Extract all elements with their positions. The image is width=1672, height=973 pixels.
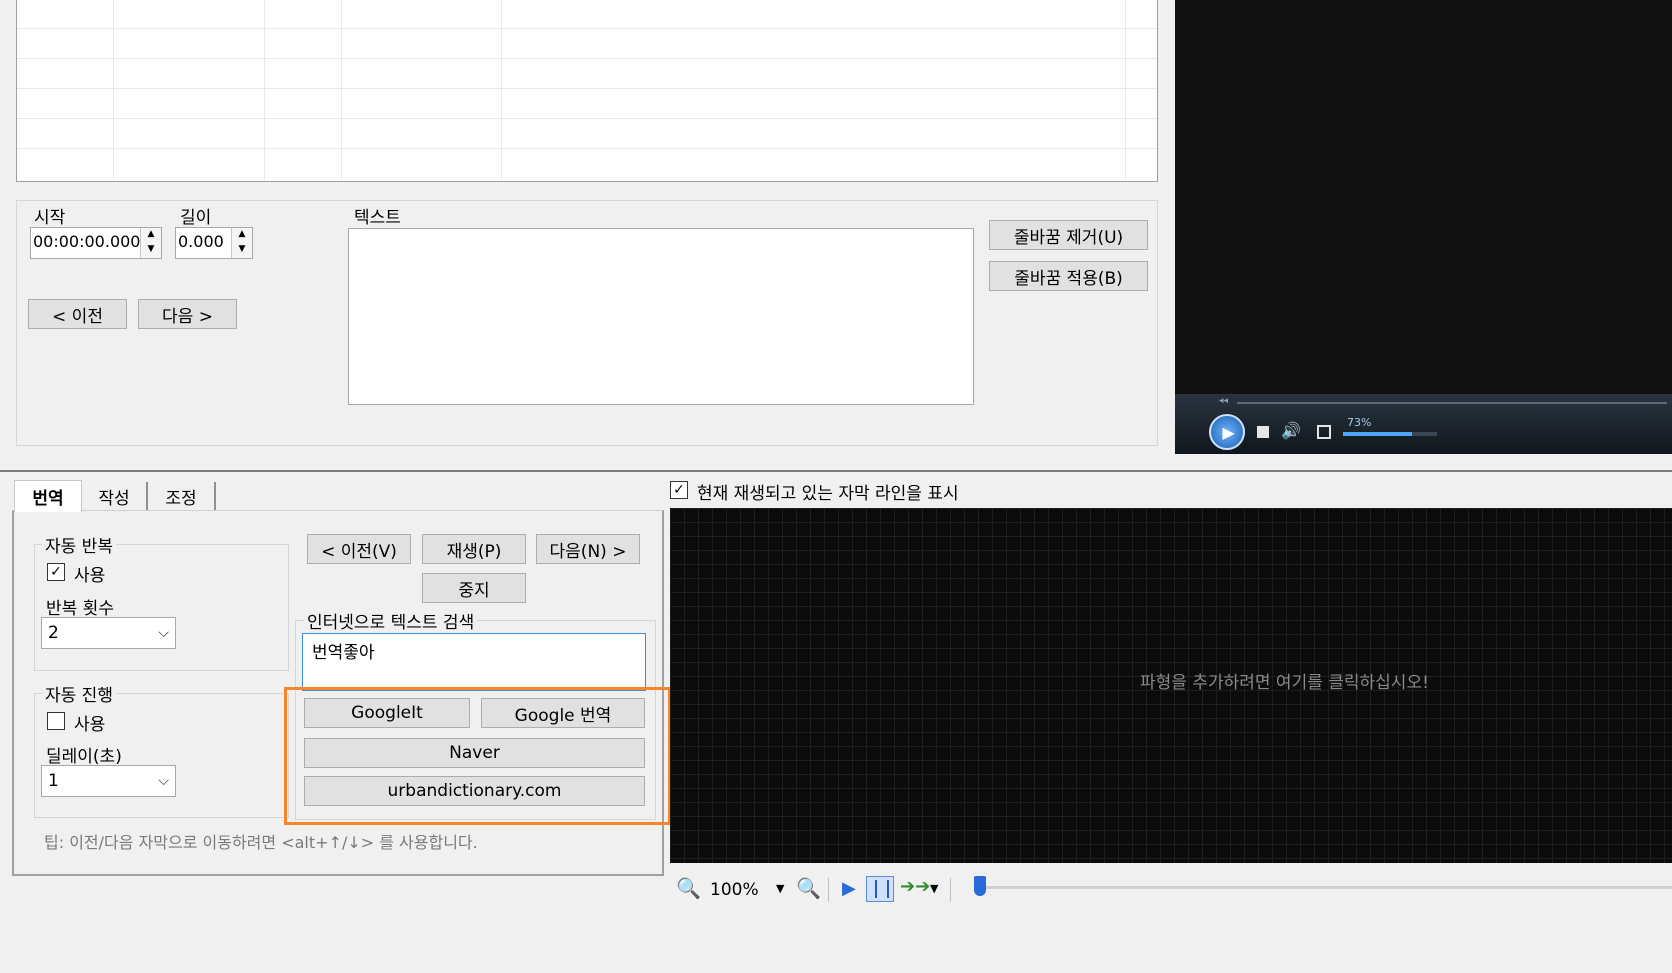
zoom-level[interactable]: 100% bbox=[710, 880, 759, 900]
start-time-spinner[interactable]: ▲ ▼ bbox=[140, 228, 161, 258]
auto-repeat-checkbox[interactable]: ✓ bbox=[47, 563, 65, 581]
editor-next-button[interactable]: 다음 > bbox=[138, 299, 237, 329]
length-label: 길이 bbox=[180, 208, 212, 228]
spin-down-icon[interactable]: ▼ bbox=[232, 243, 252, 258]
translate-prev-button[interactable]: < 이전(V) bbox=[307, 534, 411, 564]
editor-prev-button[interactable]: < 이전 bbox=[28, 299, 127, 329]
naver-button[interactable]: Naver bbox=[304, 738, 645, 768]
length-input[interactable]: 0.000 ▲ ▼ bbox=[175, 227, 253, 259]
chevron-down-icon: ⌵ bbox=[158, 625, 169, 641]
show-current-line-checkbox[interactable]: ✓ bbox=[670, 481, 688, 499]
position-slider-thumb[interactable] bbox=[974, 876, 986, 896]
auto-advance-use-label: 사용 bbox=[74, 715, 106, 735]
auto-advance-checkbox[interactable] bbox=[47, 712, 65, 730]
search-text-value: 번역좋아 bbox=[312, 643, 375, 663]
delay-label: 딜레이(초) bbox=[46, 747, 122, 767]
start-label: 시작 bbox=[34, 208, 66, 228]
auto-repeat-title: 자동 반복 bbox=[42, 532, 116, 557]
repeat-count-value: 2 bbox=[48, 623, 59, 643]
zoom-dropdown-icon[interactable]: ▼ bbox=[776, 882, 784, 895]
waveform-placeholder[interactable]: 파형을 추가하려면 여기를 클릭하십시오! bbox=[1140, 668, 1429, 693]
volume-icon[interactable]: 🔊 bbox=[1281, 421, 1301, 440]
separator bbox=[950, 878, 951, 902]
repeat-count-label: 반복 횟수 bbox=[46, 599, 114, 619]
length-value: 0.000 bbox=[178, 232, 224, 251]
volume-slider-track[interactable] bbox=[1343, 432, 1437, 436]
delay-select[interactable]: 1 ⌵ bbox=[41, 765, 176, 797]
spin-up-icon[interactable]: ▲ bbox=[232, 228, 252, 243]
repeat-count-select[interactable]: 2 ⌵ bbox=[41, 617, 176, 649]
play-button[interactable]: ▶ bbox=[1209, 414, 1245, 450]
tab-adjust[interactable]: 조정 bbox=[148, 482, 216, 510]
auto-scroll-dropdown-icon[interactable]: ▼ bbox=[930, 882, 938, 895]
translate-next-button[interactable]: 다음(N) > bbox=[536, 534, 640, 564]
show-current-line-label: 현재 재생되고 있는 자막 라인을 표시 bbox=[697, 484, 959, 504]
horizontal-splitter[interactable] bbox=[0, 470, 1672, 472]
tab-write[interactable]: 작성 bbox=[82, 482, 148, 510]
auto-scroll-icon[interactable]: ➔➔ bbox=[900, 876, 930, 897]
volume-percent: 73% bbox=[1347, 416, 1372, 429]
zoom-in-icon[interactable]: 🔍 bbox=[796, 876, 821, 900]
auto-repeat-use-label: 사용 bbox=[74, 566, 106, 586]
search-title: 인터넷으로 텍스트 검색 bbox=[304, 608, 478, 633]
length-spinner[interactable]: ▲ ▼ bbox=[231, 228, 252, 258]
text-label: 텍스트 bbox=[354, 208, 401, 228]
delay-value: 1 bbox=[48, 771, 59, 791]
fullscreen-icon[interactable] bbox=[1317, 425, 1331, 439]
apply-linebreak-button[interactable]: 줄바꿈 적용(B) bbox=[989, 261, 1148, 291]
remove-linebreak-button[interactable]: 줄바꿈 제거(U) bbox=[989, 220, 1148, 250]
stop-icon[interactable] bbox=[1257, 426, 1269, 438]
spin-down-icon[interactable]: ▼ bbox=[141, 243, 161, 258]
player-controls: ◂◂ ▶ 🔊 73% bbox=[1175, 394, 1672, 454]
waveform-panel[interactable]: 파형을 추가하려면 여기를 클릭하십시오! bbox=[670, 508, 1672, 863]
auto-advance-title: 자동 진행 bbox=[42, 681, 116, 706]
subtitle-text-area[interactable] bbox=[348, 228, 974, 405]
chevron-down-icon: ⌵ bbox=[158, 773, 169, 789]
googleit-button[interactable]: GoogleIt bbox=[304, 698, 470, 728]
rewind-icon[interactable]: ◂◂ bbox=[1219, 396, 1228, 406]
seek-bar[interactable] bbox=[1237, 402, 1667, 404]
video-area[interactable] bbox=[1175, 0, 1672, 394]
start-time-value: 00:00:00.000 bbox=[33, 232, 141, 251]
tab-translate[interactable]: 번역 bbox=[14, 480, 82, 512]
volume-slider-fill bbox=[1343, 432, 1412, 436]
translate-stop-button[interactable]: 중지 bbox=[422, 573, 526, 603]
subtitle-list-grid[interactable] bbox=[16, 0, 1158, 182]
play-selection-icon[interactable]: ▶ bbox=[842, 878, 856, 899]
start-time-input[interactable]: 00:00:00.000 ▲ ▼ bbox=[30, 227, 162, 259]
search-text-input[interactable]: 번역좋아 bbox=[302, 633, 646, 691]
separator bbox=[828, 878, 829, 902]
translate-play-button[interactable]: 재생(P) bbox=[422, 534, 526, 564]
waveform-toolbar: 🔍 100% ▼ 🔍 ▶ ➔➔ ▼ bbox=[668, 870, 1672, 910]
google-translate-button[interactable]: Google 번역 bbox=[481, 698, 645, 728]
spin-up-icon[interactable]: ▲ bbox=[141, 228, 161, 243]
position-slider-track[interactable] bbox=[978, 886, 1672, 889]
spectrogram-toggle-icon[interactable] bbox=[866, 876, 894, 902]
zoom-out-icon[interactable]: 🔍 bbox=[676, 876, 701, 900]
play-icon: ▶ bbox=[1222, 422, 1235, 442]
urbandictionary-button[interactable]: urbandictionary.com bbox=[304, 776, 645, 806]
tip-text: 팁: 이전/다음 자막으로 이동하려면 <alt+↑/↓> 를 사용합니다. bbox=[44, 833, 478, 852]
